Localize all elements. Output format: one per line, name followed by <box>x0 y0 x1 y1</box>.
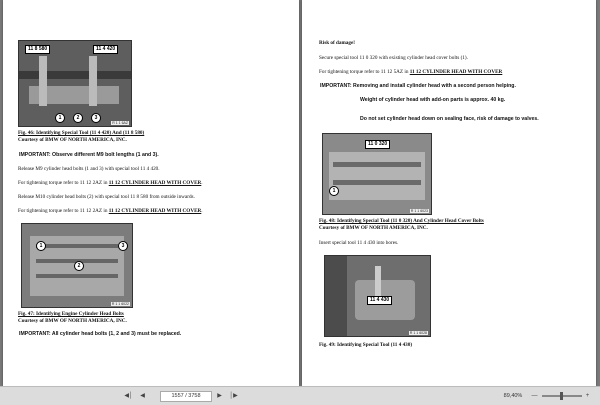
zoom-in-button[interactable]: + <box>583 391 592 401</box>
figure-48-reference: R 1 1 6023 <box>409 209 429 213</box>
prev-page-icon[interactable]: ◀ <box>138 391 147 401</box>
page-number-input[interactable]: 1557 / 3758 <box>160 391 212 402</box>
figure-46-tool-tag-a: 11 8 580 <box>25 45 51 54</box>
figure-47-callout-1: 1 <box>36 241 46 251</box>
figure-49-tool-tag: 11 4 430 <box>367 296 393 305</box>
figure-46-caption: Fig. 46: Identifying Special Tool (11 4 … <box>18 130 145 136</box>
weight-note: Weight of cylinder head with add-on part… <box>360 97 506 103</box>
document-page-left: 11 8 580 11 4 420 1 2 3 R 1 1 6AZ Fig. 4… <box>3 0 299 386</box>
figure-47-courtesy: Courtesy of BMW OF NORTH AMERICA, INC. <box>18 318 127 324</box>
figure-47-reference: R 1 1 6022 <box>110 302 130 306</box>
risk-heading: Risk of damage! <box>319 40 356 46</box>
insert-tool-text: Insert special tool 11 4 430 into bores. <box>319 240 399 246</box>
torque-note-3: For tightening torque refer to 11 12 5AZ… <box>319 69 503 75</box>
figure-49-caption: Fig. 49: Identifying Special Tool (11 4 … <box>319 342 413 348</box>
figure-47-callout-2: 2 <box>74 261 84 271</box>
figure-46-image: 11 8 580 11 4 420 1 2 3 R 1 1 6AZ <box>18 40 132 127</box>
figure-46-callout-1: 1 <box>55 113 65 123</box>
pdf-viewer-toolbar: ◀│ ◀ 1557 / 3758 ▶ │▶ 89,40% — + <box>0 386 600 405</box>
release-m9-text: Release M9 cylinder head bolts (1 and 3)… <box>18 166 160 172</box>
cylinder-head-link-3[interactable]: 11 12 CYLINDER HEAD WITH COVER <box>410 69 503 75</box>
important-note-replace-bolts: IMPORTANT: All cylinder head bolts (1, 2… <box>19 331 182 337</box>
figure-48-caption: Fig. 48: Identifying Special Tool (11 0 … <box>319 218 484 224</box>
cylinder-head-link-1[interactable]: 11 12 CYLINDER HEAD WITH COVER <box>109 180 202 186</box>
figure-47-caption: Fig. 47: Identifying Engine Cylinder Hea… <box>18 311 124 317</box>
figure-49-reference: R 1 1 6028 <box>408 331 428 335</box>
secure-tool-text: Secure special tool 11 0 320 with existi… <box>319 55 468 61</box>
figure-48-image: 11 0 320 1 R 1 1 6023 <box>322 133 432 215</box>
important-note-bolt-lengths: IMPORTANT: Observe different M9 bolt len… <box>19 152 159 158</box>
figure-47-callout-3: 3 <box>118 241 128 251</box>
figure-48-tool-tag: 11 0 320 <box>365 140 391 149</box>
figure-46-callout-3: 3 <box>91 113 101 123</box>
figure-46-reference: R 1 1 6AZ <box>111 121 129 125</box>
release-m10-text: Release M10 cylinder head bolts (2) with… <box>18 194 195 200</box>
first-page-icon[interactable]: ◀│ <box>124 391 133 401</box>
cylinder-head-link-2[interactable]: 11 12 CYLINDER HEAD WITH COVER <box>109 208 202 214</box>
document-page-right: Risk of damage! Secure special tool 11 0… <box>302 0 596 386</box>
sealing-face-warning: Do not set cylinder head down on sealing… <box>360 116 539 122</box>
figure-47-image: 1 2 3 R 1 1 6022 <box>21 223 133 308</box>
figure-46-courtesy: Courtesy of BMW OF NORTH AMERICA, INC. <box>18 137 127 143</box>
figure-49-image: 11 4 430 R 1 1 6028 <box>324 255 431 337</box>
figure-46-tool-tag-b: 11 4 420 <box>93 45 119 54</box>
zoom-out-button[interactable]: — <box>530 391 539 401</box>
figure-46-callout-2: 2 <box>73 113 83 123</box>
zoom-slider-thumb[interactable] <box>560 392 563 400</box>
important-note-second-person: IMPORTANT: Removing and install cylinder… <box>320 83 516 89</box>
last-page-icon[interactable]: │▶ <box>229 391 238 401</box>
figure-48-callout-1: 1 <box>329 186 339 196</box>
figure-48-courtesy: Courtesy of BMW OF NORTH AMERICA, INC. <box>319 225 428 231</box>
next-page-icon[interactable]: ▶ <box>215 391 224 401</box>
torque-note-2: For tightening torque refer to 11 12 2AZ… <box>18 208 203 214</box>
zoom-level[interactable]: 89,40% <box>500 391 526 401</box>
torque-note-1: For tightening torque refer to 11 12 2AZ… <box>18 180 203 186</box>
